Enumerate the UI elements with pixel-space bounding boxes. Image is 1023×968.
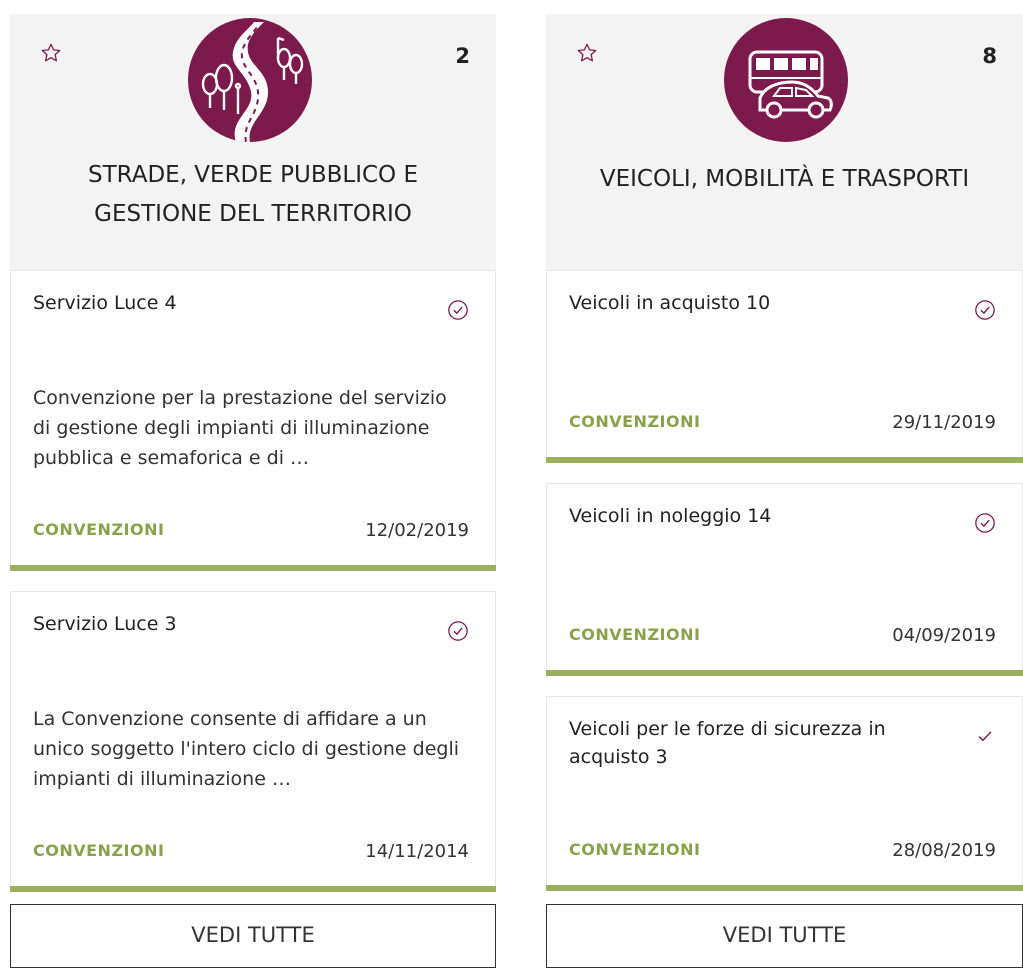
card-date: 14/11/2014 — [365, 841, 469, 862]
check-icon — [978, 731, 992, 742]
star-icon[interactable] — [576, 42, 598, 64]
category-title: STRADE, VERDE PUBBLICO E GESTIONE DEL TE… — [10, 156, 496, 234]
category-title-line: STRADE, VERDE PUBBLICO E — [88, 162, 418, 188]
category-column-strade: 2 STRADE, VERDE PUBBLICO E GESTIONE DEL … — [10, 14, 496, 892]
list-item[interactable]: Veicoli in acquisto 10 CONVENZIONI 29/11… — [546, 270, 1023, 463]
road-trees-icon — [188, 18, 312, 142]
item-count: 2 — [455, 44, 470, 68]
check-circle-icon — [975, 513, 995, 533]
check-circle-icon — [448, 300, 468, 320]
category-title: VEICOLI, MOBILITÀ E TRASPORTI — [546, 160, 1023, 199]
item-count: 8 — [982, 44, 997, 68]
card-description: Convenzione per la prestazione del servi… — [33, 387, 447, 469]
category-header: 8 VEICOLI, MOBILITÀ E TRASPORTI — [546, 14, 1023, 270]
card-description: La Convenzione consente di affidare a un… — [33, 708, 460, 790]
category-title-line: GESTIONE DEL TERRITORIO — [94, 201, 412, 227]
category-column-veicoli: 8 VEICOLI, MOBILITÀ E TRASPORTI Veicoli … — [546, 14, 1023, 891]
star-icon[interactable] — [40, 42, 62, 64]
card-title[interactable]: Veicoli in noleggio 14 — [569, 502, 952, 530]
check-circle-icon — [448, 621, 468, 641]
card-title[interactable]: Veicoli per le forze di sicurezza in acq… — [569, 715, 952, 771]
view-all-button[interactable]: VEDI TUTTE — [10, 904, 496, 968]
card-title[interactable]: Servizio Luce 4 — [33, 289, 425, 317]
category-header: 2 STRADE, VERDE PUBBLICO E GESTIONE DEL … — [10, 14, 496, 270]
list-item[interactable]: Veicoli in noleggio 14 CONVENZIONI 04/09… — [546, 483, 1023, 676]
list-item[interactable]: Servizio Luce 4 Convenzione per la prest… — [10, 270, 496, 571]
card-date: 12/02/2019 — [365, 520, 469, 541]
check-circle-icon — [975, 300, 995, 320]
card-date: 28/08/2019 — [892, 840, 996, 861]
view-all-button[interactable]: VEDI TUTTE — [546, 904, 1023, 968]
category-title-line: VEICOLI, MOBILITÀ E TRASPORTI — [599, 166, 970, 192]
card-title[interactable]: Veicoli in acquisto 10 — [569, 289, 952, 317]
bus-car-icon — [724, 18, 848, 142]
card-tag: CONVENZIONI — [33, 520, 165, 539]
card-tag: CONVENZIONI — [569, 625, 701, 644]
card-title[interactable]: Servizio Luce 3 — [33, 610, 425, 638]
list-item[interactable]: Veicoli per le forze di sicurezza in acq… — [546, 696, 1023, 891]
card-tag: CONVENZIONI — [33, 841, 165, 860]
card-date: 04/09/2019 — [892, 625, 996, 646]
card-tag: CONVENZIONI — [569, 840, 701, 859]
list-item[interactable]: Servizio Luce 3 La Convenzione consente … — [10, 591, 496, 892]
card-tag: CONVENZIONI — [569, 412, 701, 431]
card-date: 29/11/2019 — [892, 412, 996, 433]
